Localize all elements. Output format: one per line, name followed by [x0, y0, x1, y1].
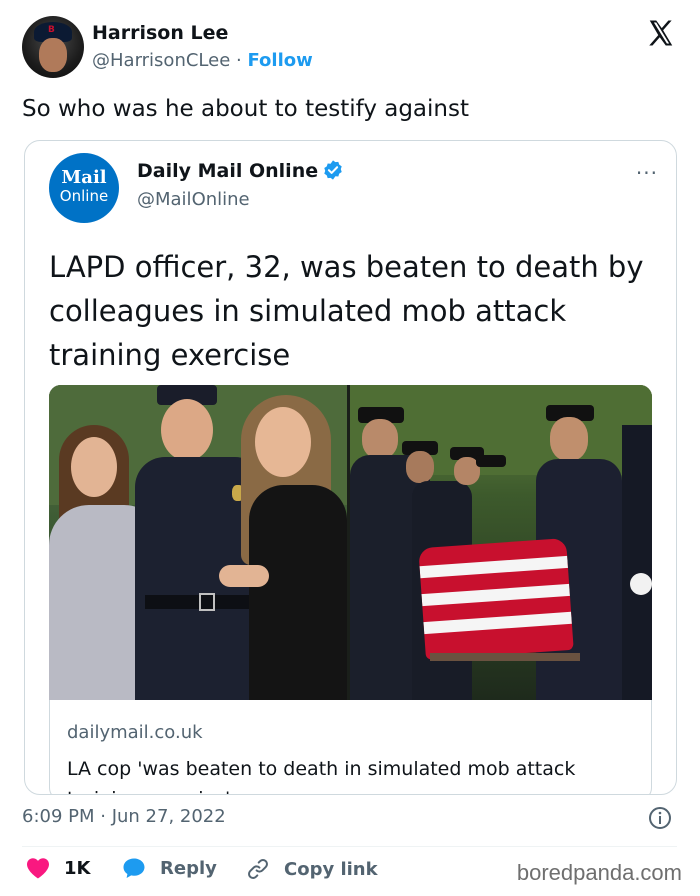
quoted-tweet[interactable]: Mail Online Daily Mail Online @MailOnlin…: [24, 140, 677, 795]
tweet-timestamp[interactable]: 6:09 PM · Jun 27, 2022: [22, 806, 226, 827]
link-title: LA cop 'was beaten to death in simulated…: [67, 758, 576, 794]
tweet-text: So who was he about to testify against: [22, 96, 469, 122]
article-photos[interactable]: [49, 385, 652, 700]
author-handle-line: @HarrisonCLee · Follow: [92, 50, 313, 71]
quote-author-handle[interactable]: @MailOnline: [137, 189, 250, 210]
avatar-face: [39, 38, 67, 72]
reply-label: Reply: [160, 857, 217, 879]
author-name[interactable]: Harrison Lee: [92, 22, 228, 44]
more-options-icon[interactable]: ···: [636, 161, 658, 185]
like-button[interactable]: 1K: [26, 857, 90, 879]
verified-badge-icon: [324, 160, 342, 180]
footer-divider: [22, 846, 677, 847]
dailymail-logo[interactable]: Mail Online: [49, 153, 119, 223]
info-icon[interactable]: [648, 806, 672, 830]
quote-author-name[interactable]: Daily Mail Online: [137, 160, 318, 182]
link-icon: [248, 859, 268, 879]
quote-author-line: Daily Mail Online: [137, 159, 344, 182]
copy-link-label: Copy link: [284, 858, 378, 880]
boredpanda-watermark: boredpanda.com: [516, 860, 682, 885]
author-avatar[interactable]: B: [22, 16, 84, 78]
author-handle[interactable]: @HarrisonCLee: [92, 50, 230, 71]
logo-line1: Mail: [61, 167, 107, 188]
copy-link-button[interactable]: Copy link: [246, 857, 378, 881]
like-count: 1K: [64, 857, 91, 879]
reply-bubble-icon: [123, 858, 145, 878]
reply-button[interactable]: Reply: [122, 857, 217, 879]
link-domain: dailymail.co.uk: [67, 722, 203, 743]
quote-headline: LAPD officer, 32, was beaten to death by…: [49, 250, 644, 372]
photo-officer-with-family: [49, 385, 347, 700]
photo-funeral-procession: [350, 385, 652, 700]
avatar-cap-letter: B: [48, 25, 55, 35]
heart-icon: [27, 858, 49, 879]
follow-button[interactable]: Follow: [247, 50, 312, 71]
logo-line2: Online: [59, 187, 109, 205]
link-preview-card[interactable]: dailymail.co.uk LA cop 'was beaten to de…: [49, 700, 652, 794]
x-logo-icon[interactable]: [646, 18, 676, 48]
handle-separator: ·: [236, 50, 242, 71]
